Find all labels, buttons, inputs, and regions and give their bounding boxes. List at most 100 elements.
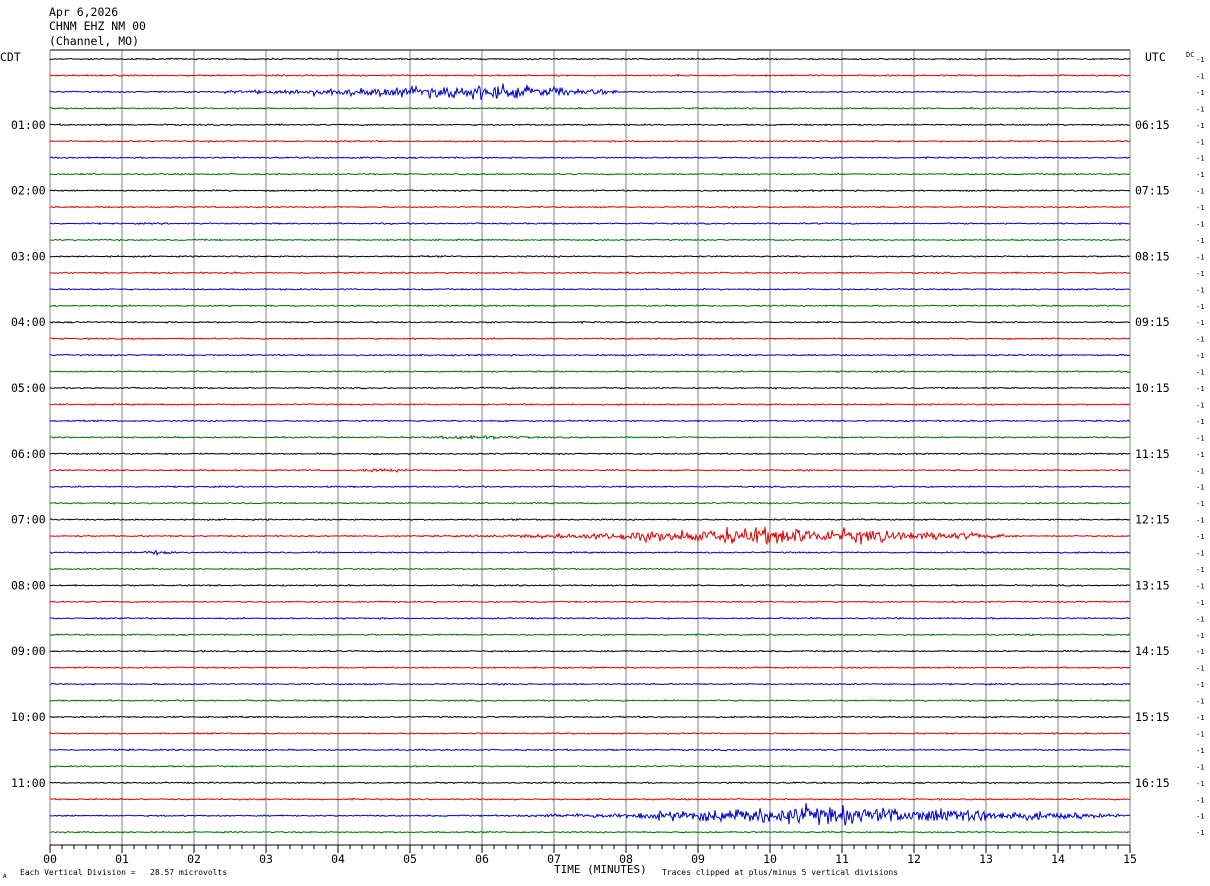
trace-row [49,731,1131,736]
trace-row [49,666,1131,670]
trace-row [49,549,1131,557]
x-tick-label: 13 [979,852,993,866]
dc-offset-label: -1 [1196,681,1204,689]
trace-row [49,205,1131,209]
dc-offset-label: -1 [1196,796,1204,804]
left-hour-label: 10:00 [11,710,46,724]
right-hour-label: 07:15 [1135,184,1170,198]
x-tick-label: 01 [115,852,129,866]
header-date: Apr 6,2026 [49,5,118,19]
right-hour-label: 15:15 [1135,710,1170,724]
left-hour-label: 02:00 [11,184,46,198]
dc-offset-label: -1 [1196,122,1204,130]
trace-row [49,802,1131,826]
dc-offset-label: -1 [1196,467,1204,475]
dc-offset-label: -1 [1196,319,1204,327]
dc-offset-labels: -1 -1 -1 -1 -1 -1 -1 -1 -1 -1 -1 -1 -1 -1 -1 -1 -1 -1 -1 -1… [1196,56,1204,837]
dc-offset-label: -1 [1196,303,1204,311]
plot-grid [49,49,1131,846]
trace-row [49,830,1131,834]
x-tick-label: 03 [259,852,273,866]
trace-row [49,106,1131,110]
trace-row [50,616,1131,620]
trace-row [49,353,1131,357]
corner-mark: A [3,873,7,880]
trace-row [49,189,1131,193]
trace-row [49,501,1131,505]
x-tick-label: 11 [835,852,849,866]
right-hour-label: 12:15 [1135,513,1170,527]
right-hour-label: 10:15 [1135,381,1170,395]
dc-offset-label: -1 [1196,253,1204,261]
dc-offset-label: -1 [1196,648,1204,656]
dc-offset-label: -1 [1196,105,1204,113]
right-hour-labels: 06:15 07:15 08:15 09:15 10:15 11:15 12:15 13:15… [1135,118,1170,790]
clip-note: Traces clipped at plus/minus 5 vertical … [662,868,898,877]
trace-row [49,600,1131,604]
trace-row [49,764,1131,768]
x-tick-label: 06 [475,852,489,866]
right-hour-label: 09:15 [1135,315,1170,329]
helicorder-plot: 01:00 02:00 03:00 04:00 05:00 06:00 07:00 08:00… [0,5,1204,880]
dc-offset-label: -1 [1196,615,1204,623]
trace-row [49,526,1131,546]
left-hour-label: 03:00 [11,249,46,263]
trace-row [49,452,1131,456]
trace-row [49,304,1131,308]
trace-row [49,467,1131,473]
dc-offset-label: -1 [1196,89,1204,97]
trace-row [49,156,1131,160]
scale-note: Each Vertical Division = 28.57 microvolt… [20,868,227,877]
dc-offset-label: -1 [1196,352,1204,360]
x-tick-label: 02 [187,852,201,866]
right-hour-label: 16:15 [1135,776,1170,790]
dc-offset-label: -1 [1196,550,1204,558]
trace-row [49,402,1131,407]
left-hour-label: 01:00 [11,118,46,132]
trace-row [49,633,1131,637]
trace-row [49,583,1131,588]
dc-offset-label: -1 [1196,385,1204,393]
dc-offset-label: -1 [1196,665,1204,673]
right-hour-label: 06:15 [1135,118,1170,132]
x-tick-label: 05 [403,852,417,866]
left-hour-label: 11:00 [11,776,46,790]
trace-row [49,699,1131,703]
dc-offset-label: -1 [1196,599,1204,607]
left-hour-label: 08:00 [11,578,46,592]
right-hour-label: 11:15 [1135,447,1170,461]
trace-row [49,221,1131,226]
x-tick-label: 12 [907,852,921,866]
trace-row [49,485,1131,489]
right-hour-label: 13:15 [1135,578,1170,592]
trace-row [49,172,1131,176]
trace-row [49,57,1131,61]
trace-row [49,320,1131,324]
trace-row [49,715,1131,719]
trace-row [49,271,1131,275]
right-timezone-label: UTC [1145,50,1166,64]
trace-row [49,419,1131,423]
x-tick-label: 00 [43,852,57,866]
dc-offset-label: -1 [1196,484,1204,492]
x-tick-label: 14 [1051,852,1065,866]
right-hour-label: 08:15 [1135,249,1170,263]
trace-row [49,287,1131,291]
dc-offset-label: -1 [1196,286,1204,294]
header-station: CHNM EHZ NM 00 [49,19,146,33]
dc-offset-label: -1 [1196,829,1204,837]
dc-offset-label: -1 [1196,237,1204,245]
dc-offset-label: -1 [1196,138,1204,146]
dc-offset-label: -1 [1196,517,1204,525]
trace-row [49,73,1131,77]
trace-row [49,254,1131,258]
x-axis-title: TIME (MINUTES) [554,863,647,876]
trace-row [49,83,1130,101]
trace-row [49,238,1131,242]
left-hour-label: 07:00 [11,513,46,527]
dc-offset-label: -1 [1196,780,1204,788]
left-hour-label: 04:00 [11,315,46,329]
left-timezone-label: CDT [0,50,21,64]
left-hour-label: 09:00 [11,644,46,658]
trace-row [49,781,1131,785]
